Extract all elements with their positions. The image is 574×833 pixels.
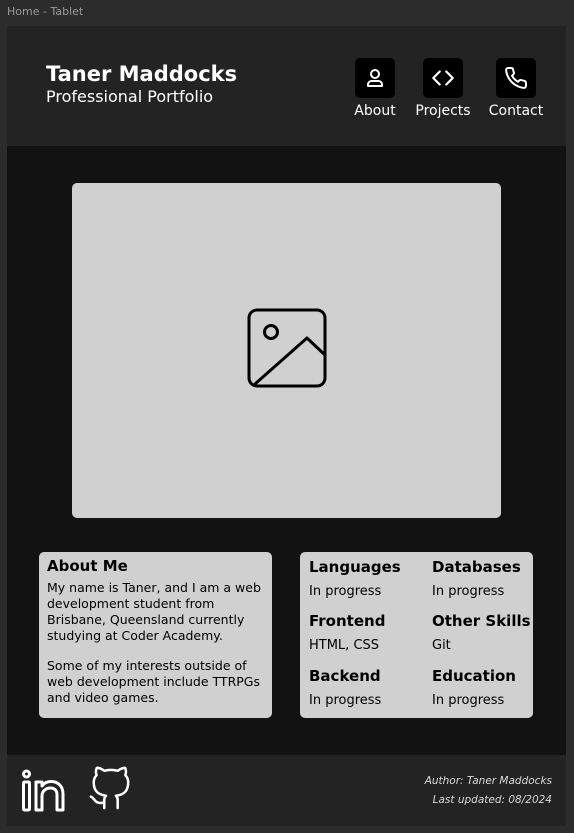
skill-title: Backend	[309, 667, 381, 685]
nav-projects-label: Projects	[415, 103, 471, 119]
linkedin-icon[interactable]	[19, 767, 67, 818]
nav-projects-button[interactable]: Projects	[403, 58, 483, 122]
skill-languages: Languages In progress	[309, 558, 401, 599]
nav-contact-label: Contact	[488, 103, 544, 119]
image-placeholder-icon	[247, 308, 327, 393]
skill-title: Other Skills	[432, 612, 531, 630]
skill-value: In progress	[432, 693, 505, 708]
frame-label: Home - Tablet	[7, 5, 84, 18]
skill-backend: Backend In progress	[309, 667, 381, 708]
site-header: Taner Maddocks Professional Portfolio Ab…	[7, 26, 566, 146]
skill-title: Frontend	[309, 612, 386, 630]
skill-databases: Databases In progress	[432, 558, 521, 599]
nav-about-label: About	[354, 103, 396, 119]
hero-image-placeholder	[72, 183, 501, 518]
skill-value: In progress	[309, 584, 382, 599]
footer-author: Author: Taner Maddocks	[424, 775, 552, 787]
skill-value: HTML, CSS	[309, 638, 380, 653]
footer-updated: Last updated: 08/2024	[432, 794, 552, 806]
phone-icon	[496, 58, 536, 98]
site-footer: Author: Taner Maddocks Last updated: 08/…	[7, 755, 566, 826]
skill-other: Other Skills Git	[432, 612, 531, 653]
about-paragraph: Some of my interests outside of web deve…	[47, 658, 260, 705]
skill-value: In progress	[309, 693, 382, 708]
site-subtitle: Professional Portfolio	[46, 87, 214, 106]
tablet-frame: Taner Maddocks Professional Portfolio Ab…	[7, 26, 566, 826]
code-icon	[423, 58, 463, 98]
skill-title: Databases	[432, 558, 521, 576]
skill-value: In progress	[432, 584, 505, 599]
about-text: My name is Taner, and I am a web develop…	[47, 580, 269, 720]
about-paragraph: My name is Taner, and I am a web develop…	[47, 580, 261, 643]
skill-education: Education In progress	[432, 667, 516, 708]
skill-frontend: Frontend HTML, CSS	[309, 612, 385, 653]
skills-card: Languages In progress Databases In progr…	[300, 552, 533, 718]
nav-contact-button[interactable]: Contact	[476, 58, 556, 122]
skill-title: Languages	[309, 558, 401, 576]
about-card: About Me My name is Taner, and I am a we…	[39, 552, 272, 718]
about-title: About Me	[47, 557, 128, 575]
skill-value: Git	[432, 638, 451, 653]
github-icon[interactable]	[87, 765, 133, 818]
skill-title: Education	[432, 667, 516, 685]
user-icon	[355, 58, 395, 98]
site-title: Taner Maddocks	[46, 62, 238, 86]
